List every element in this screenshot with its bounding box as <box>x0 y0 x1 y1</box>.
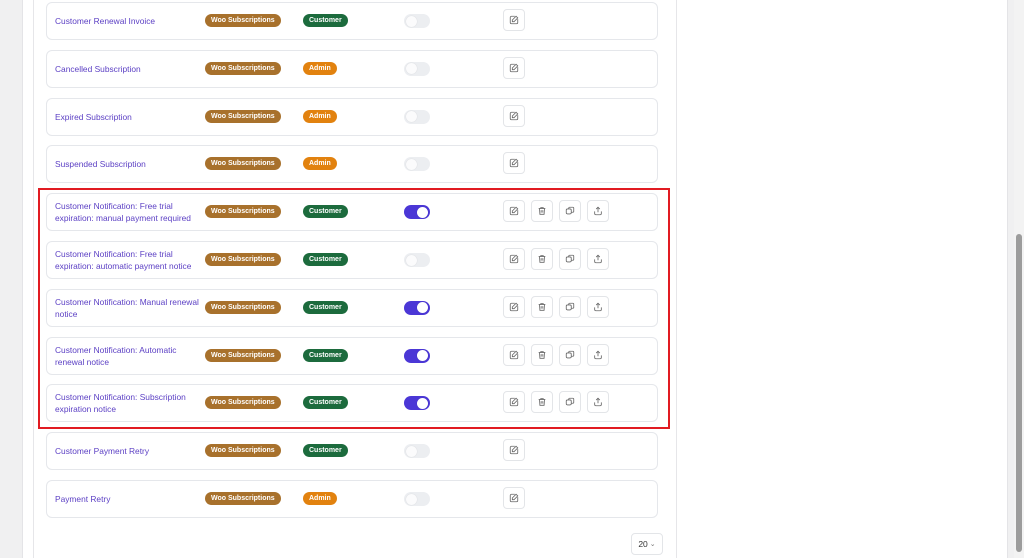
edit-button[interactable] <box>503 9 525 31</box>
recipient-badge: Customer <box>303 444 348 458</box>
enable-toggle[interactable] <box>404 444 430 459</box>
recipient-badge: Admin <box>303 157 337 171</box>
email-name-link[interactable]: Suspended Subscription <box>55 146 207 182</box>
edit-icon <box>509 158 519 168</box>
toggle-knob <box>406 445 417 457</box>
email-name-link[interactable]: Cancelled Subscription <box>55 51 207 87</box>
source-badge: Woo Subscriptions <box>205 492 281 505</box>
edit-icon <box>509 111 519 121</box>
email-name-link[interactable]: Customer Payment Retry <box>55 433 207 469</box>
source-badge: Woo Subscriptions <box>205 444 281 458</box>
recipient-badge: Admin <box>303 492 337 505</box>
email-name-link[interactable]: Payment Retry <box>55 481 207 517</box>
toggle-knob <box>406 158 417 170</box>
edit-icon <box>509 493 519 503</box>
edit-icon <box>509 15 519 25</box>
source-badge: Woo Subscriptions <box>205 157 281 171</box>
source-badge: Woo Subscriptions <box>205 14 281 27</box>
enable-toggle[interactable] <box>404 109 430 124</box>
toggle-knob <box>406 15 417 27</box>
recipient-badge: Admin <box>303 109 337 123</box>
edit-button[interactable] <box>503 487 525 509</box>
enable-toggle[interactable] <box>404 492 430 506</box>
recipient-badge: Admin <box>303 61 337 75</box>
per-page-value: 20 <box>638 539 648 549</box>
email-row: Suspended Subscription Woo Subscriptions A… <box>46 145 658 184</box>
toggle-knob <box>406 493 417 505</box>
enable-toggle[interactable] <box>404 157 430 172</box>
email-row: Customer Payment Retry Woo Subscriptions C… <box>46 432 658 471</box>
recipient-badge: Customer <box>303 14 348 27</box>
edit-button[interactable] <box>503 439 525 462</box>
page-left-margin <box>0 0 10 558</box>
edit-icon <box>509 63 519 73</box>
edit-icon <box>509 445 519 455</box>
enable-toggle[interactable] <box>404 14 430 28</box>
highlight-box <box>38 188 670 429</box>
email-row: Expired Subscription Woo Subscriptions Adm… <box>46 97 658 136</box>
source-badge: Woo Subscriptions <box>205 109 281 123</box>
email-row: Customer Renewal Invoice Woo Subscription… <box>46 2 658 40</box>
scrollbar-thumb[interactable] <box>1016 234 1022 552</box>
enable-toggle[interactable] <box>404 61 430 76</box>
edit-button[interactable] <box>503 104 525 127</box>
per-page-select[interactable]: 20 ⌄ <box>631 533 663 555</box>
email-row: Payment Retry Woo Subscriptions Admin <box>46 480 658 518</box>
toggle-knob <box>406 111 417 123</box>
source-badge: Woo Subscriptions <box>205 61 281 75</box>
email-name-link[interactable]: Expired Subscription <box>55 99 207 135</box>
email-name-link[interactable]: Customer Renewal Invoice <box>55 3 207 39</box>
edit-button[interactable] <box>503 152 525 175</box>
email-row: Cancelled Subscription Woo Subscriptions A… <box>46 49 658 88</box>
toggle-knob <box>406 63 417 75</box>
edit-button[interactable] <box>503 56 525 79</box>
chevron-down-icon: ⌄ <box>649 541 656 548</box>
